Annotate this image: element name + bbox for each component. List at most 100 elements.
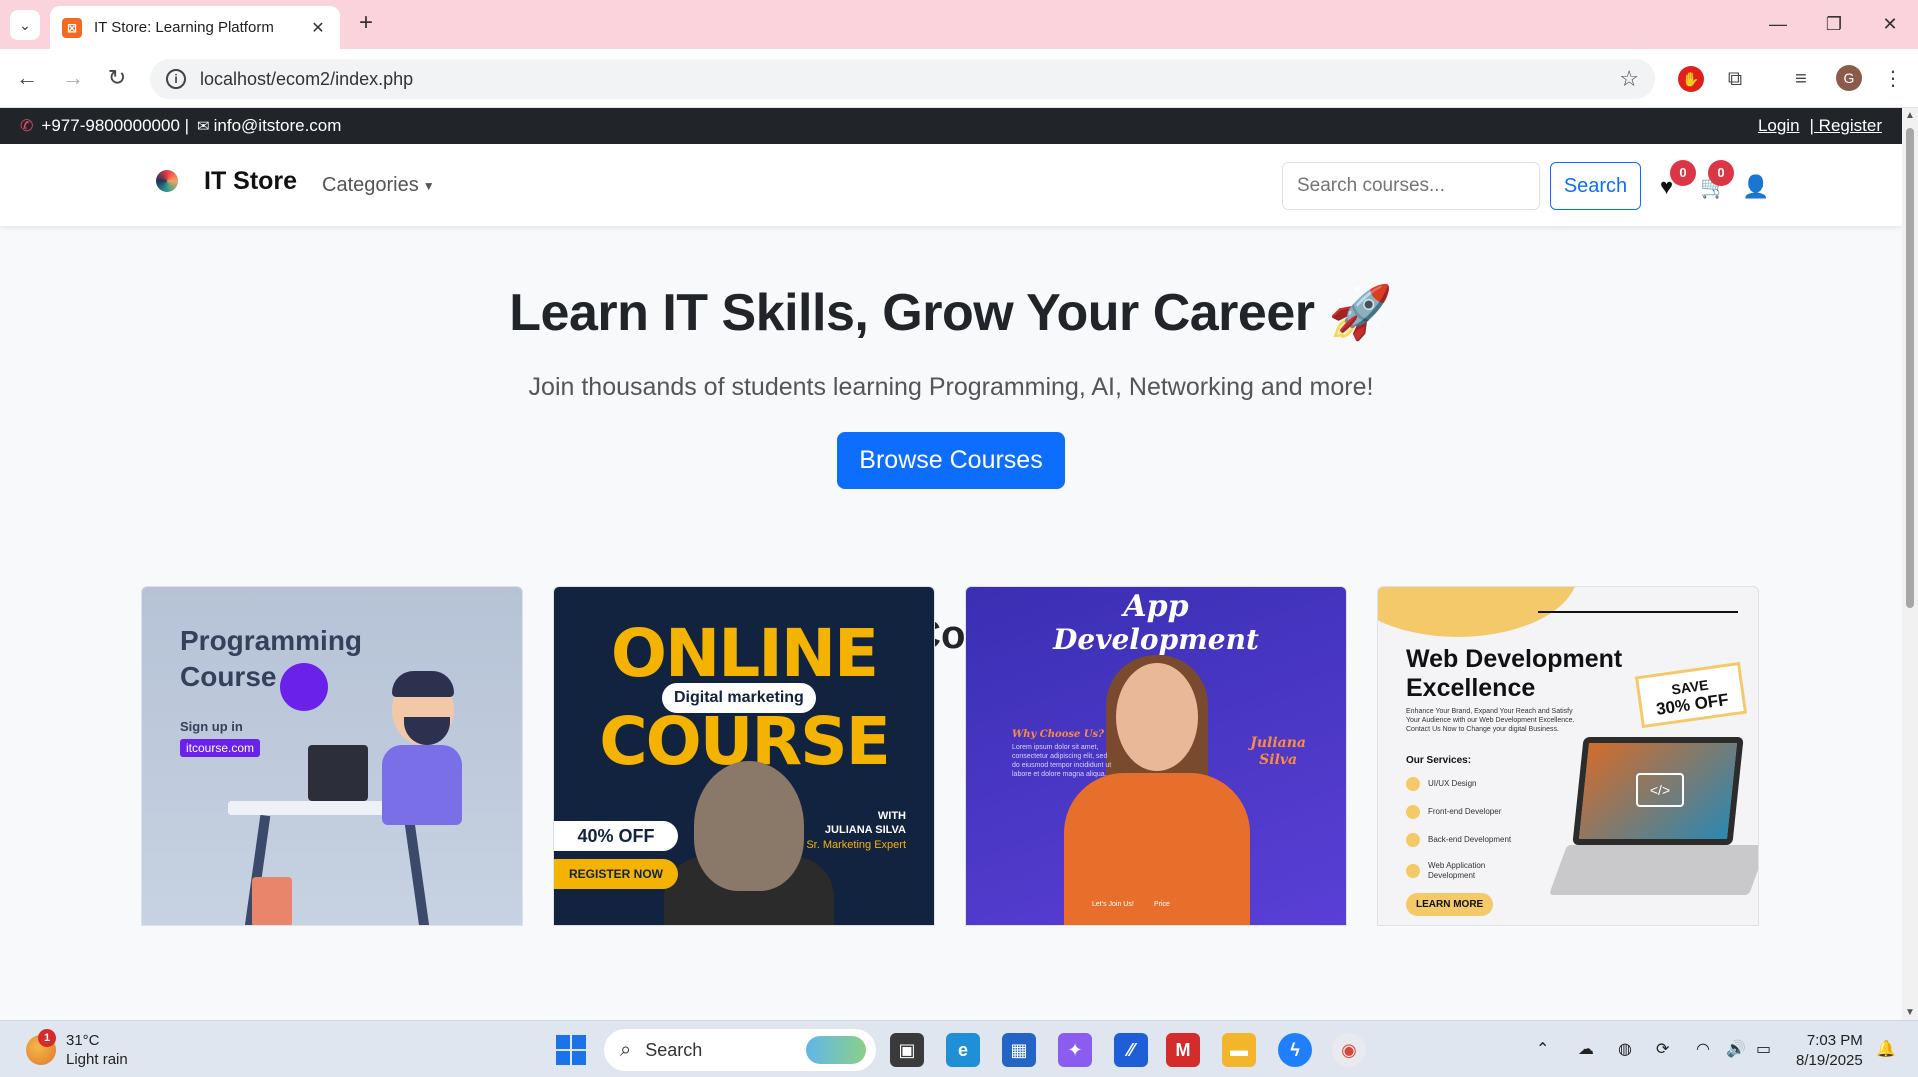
volume-icon[interactable]: 🔊 [1726, 1039, 1746, 1059]
extensions-puzzle-icon[interactable]: ⧉ [1722, 66, 1748, 92]
card-title: Web Development Excellence [1406, 645, 1623, 702]
scroll-thumb[interactable] [1906, 128, 1914, 608]
chevron-down-icon: ⌄ [19, 16, 31, 33]
reload-button[interactable]: ↻ [102, 63, 132, 93]
restore-button[interactable]: ❐ [1814, 10, 1854, 38]
file-explorer-icon[interactable]: ▬ [1222, 1033, 1256, 1067]
sync-tray-icon[interactable]: ⟳ [1656, 1039, 1669, 1059]
notification-bell-icon[interactable]: 🔔 [1876, 1039, 1896, 1059]
show-hidden-icons-chevron-icon[interactable]: ⌃ [1536, 1039, 1549, 1059]
mcafee-shield-icon[interactable]: M [1166, 1033, 1200, 1067]
onedrive-cloud-icon[interactable]: ☁ [1578, 1039, 1594, 1059]
windows-start-icon[interactable] [556, 1035, 586, 1065]
search-button[interactable]: Search [1550, 162, 1641, 210]
weather-alert-badge: 1 [38, 1029, 56, 1047]
service-bullet-icon [1406, 833, 1420, 847]
clock-date: 8/19/2025 [1796, 1052, 1863, 1069]
battery-icon[interactable]: ▭ [1756, 1039, 1771, 1059]
price-label: Price [1154, 901, 1170, 908]
service-item: Front-end Developer [1406, 805, 1526, 819]
omnibox[interactable]: i localhost/ecom2/index.php ☆ [150, 59, 1655, 99]
categories-dropdown[interactable]: Categories ▼ [322, 174, 435, 197]
browser-tab-strip: ⌄ ⊠ IT Store: Learning Platform ✕ + — ❐ … [0, 0, 1918, 49]
close-window-button[interactable]: ✕ [1870, 10, 1910, 38]
hero-section: Learn IT Skills, Grow Your Career 🚀 Join… [0, 226, 1902, 551]
course-card-app-development[interactable]: App Development Why Choose Us? Lorem ips… [965, 586, 1347, 926]
page-scrollbar[interactable]: ▲ ▼ [1902, 108, 1918, 1020]
brand[interactable]: IT Store [150, 164, 297, 198]
register-link[interactable]: | Register [1810, 116, 1882, 136]
clock-time: 7:03 PM [1806, 1032, 1863, 1049]
hero-title: Learn IT Skills, Grow Your Career 🚀 [509, 284, 1393, 342]
plant-pot-illustration [252, 877, 292, 925]
url-text[interactable]: localhost/ecom2/index.php [200, 69, 1619, 90]
service-bullet-icon [1406, 777, 1420, 791]
edge-browser-icon[interactable]: e [946, 1033, 980, 1067]
back-button[interactable]: ← [12, 63, 42, 93]
profile-avatar[interactable]: G [1836, 65, 1862, 91]
tab-close-icon[interactable]: ✕ [308, 18, 328, 38]
instructor-role: Sr. Marketing Expert [806, 839, 906, 851]
instructor-credit: WITH JULIANA SILVA [824, 810, 906, 836]
login-link[interactable]: Login [1758, 116, 1800, 136]
wishlist-count-badge: 0 [1670, 160, 1696, 186]
email-address: info@itstore.com [213, 116, 342, 135]
browse-courses-button[interactable]: Browse Courses [837, 432, 1065, 489]
minimize-button[interactable]: — [1758, 10, 1798, 38]
service-item: UI/UX Design [1406, 777, 1526, 791]
user-account-icon[interactable]: 👤 [1742, 174, 1769, 200]
messenger-icon[interactable]: ϟ [1278, 1033, 1312, 1067]
join-text: Let's Join Us! [1092, 901, 1134, 908]
course-card-web-development[interactable]: Web Development Excellence Enhance Your … [1377, 586, 1759, 926]
service-bullet-icon [1406, 864, 1420, 878]
wishlist-heart-icon[interactable]: ♥ 0 [1660, 160, 1696, 200]
copilot-icon[interactable]: ✦ [1058, 1033, 1092, 1067]
bookmark-star-icon[interactable]: ☆ [1619, 66, 1639, 92]
media-control-icon[interactable]: ≡ [1788, 66, 1814, 92]
course-card-digital-marketing[interactable]: ONLINE COURSE Digital marketing 40% OFF … [553, 586, 935, 926]
browser-tab[interactable]: ⊠ IT Store: Learning Platform ✕ [50, 6, 340, 49]
services-heading: Our Services: [1406, 755, 1472, 766]
chrome-icon[interactable]: ◉ [1332, 1033, 1366, 1067]
task-view-icon[interactable]: ▣ [890, 1033, 924, 1067]
why-choose-text: Lorem ipsum dolor sit amet, consectetur … [1012, 744, 1112, 778]
site-info-icon[interactable]: i [166, 69, 186, 89]
code-brackets-icon: </> [1636, 773, 1684, 807]
categories-label: Categories [322, 174, 419, 196]
kebab-menu-icon[interactable]: ⋮ [1880, 66, 1906, 92]
search-input[interactable] [1282, 162, 1540, 210]
instructor-photo [694, 761, 804, 891]
card-description: Enhance Your Brand, Expand Your Reach an… [1406, 708, 1575, 733]
phone-icon: ✆ [20, 118, 34, 135]
badge-seal-shape [280, 663, 328, 711]
discount-tag: 40% OFF [554, 821, 678, 851]
weather-widget[interactable]: 1 31°C Light rain [26, 1029, 128, 1069]
scroll-up-arrow-icon[interactable]: ▲ [1904, 110, 1916, 121]
register-tag: REGISTER NOW [554, 859, 678, 889]
student-hair-illustration [392, 671, 454, 697]
search-highlight-art [806, 1036, 866, 1064]
xampp-favicon-icon: ⊠ [62, 17, 82, 38]
security-tray-icon[interactable]: ◍ [1618, 1039, 1632, 1059]
card-title: Programming Course [180, 625, 363, 692]
microsoft-store-icon[interactable]: ▦ [1002, 1033, 1036, 1067]
cart-icon[interactable]: 🛒 0 [1700, 160, 1734, 200]
course-card-programming[interactable]: Programming Course Sign up in itcourse.c… [141, 586, 523, 926]
new-tab-button[interactable]: + [352, 10, 380, 38]
adblock-extension-icon[interactable]: ✋ [1678, 66, 1704, 92]
contact-topbar: ✆ +977-9800000000 | ✉ info@itstore.com L… [0, 108, 1902, 144]
taskbar-search[interactable]: ⌕ Search [604, 1029, 876, 1071]
azure-data-studio-icon[interactable]: ⁄⁄ [1114, 1033, 1148, 1067]
course-card-grid: Programming Course Sign up in itcourse.c… [141, 586, 1759, 926]
instructor-name: Juliana Silva [1250, 735, 1306, 768]
tab-search-button[interactable]: ⌄ [10, 10, 40, 40]
system-clock[interactable]: 7:03 PM 8/19/2025 [1796, 1031, 1863, 1071]
search-icon: ⌕ [620, 1038, 632, 1061]
main-navbar: IT Store Categories▼ Search ♥ 0 🛒 0 👤 [0, 144, 1902, 226]
learn-more-tag: LEARN MORE [1406, 893, 1494, 916]
laptop-base-illustration [1548, 845, 1758, 895]
forward-button[interactable]: → [58, 63, 88, 93]
brand-logo-icon [150, 164, 184, 198]
wifi-icon[interactable]: ◠ [1696, 1039, 1710, 1059]
scroll-down-arrow-icon[interactable]: ▼ [1904, 1007, 1916, 1018]
